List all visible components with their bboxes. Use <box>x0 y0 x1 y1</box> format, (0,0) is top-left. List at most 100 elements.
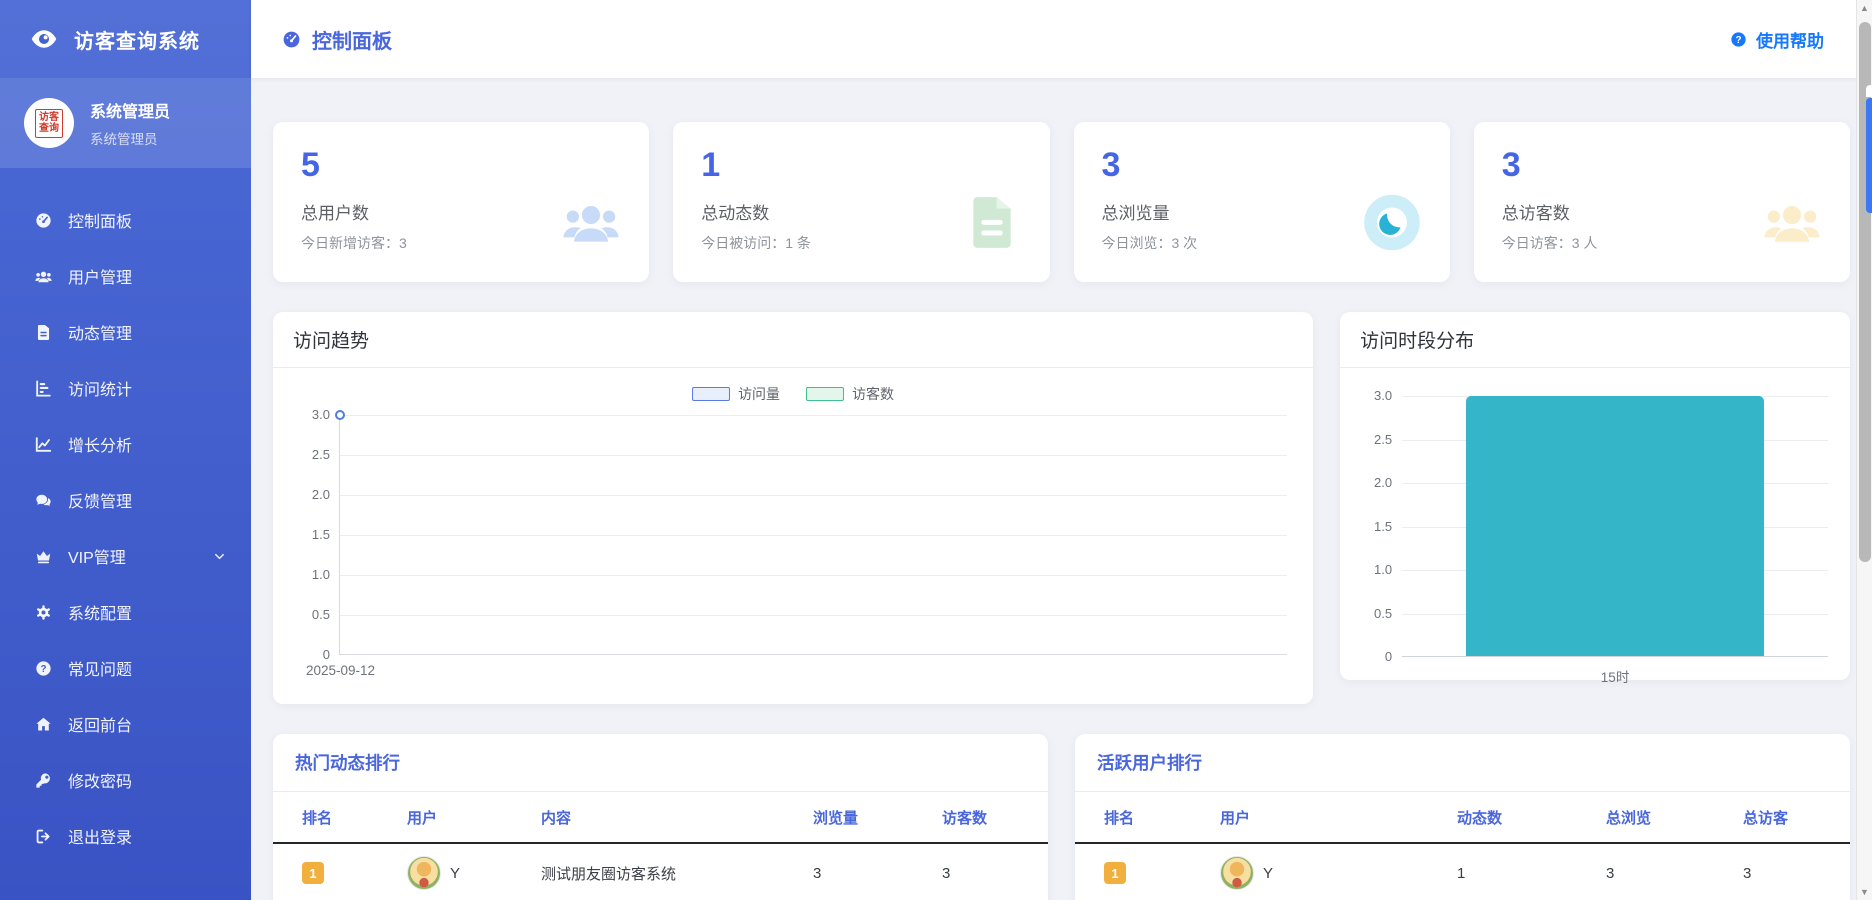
legend-swatch <box>806 387 844 401</box>
table-header-row: 排名 用户 内容 浏览量 访客数 <box>273 792 1048 844</box>
x-tick: 2025-09-12 <box>306 663 375 678</box>
y-tick: 2.0 <box>290 487 330 502</box>
sidebar-item-growth[interactable]: 增长分析 <box>0 416 251 472</box>
avatar <box>407 856 441 890</box>
sidebar-menu: 控制面板 用户管理 动态管理 访问统计 增长分析 反馈管理 <box>0 168 251 864</box>
hour-bar-15[interactable] <box>1466 396 1764 656</box>
stat-value: 3 <box>1502 146 1822 185</box>
chart-title: 访问时段分布 <box>1340 312 1850 368</box>
y-tick: 0.5 <box>1352 606 1392 621</box>
posts-count: 1 <box>1457 865 1606 882</box>
legend-swatch <box>692 387 730 401</box>
sidebar-item-config[interactable]: 系统配置 <box>0 584 251 640</box>
hot-posts-card: 热门动态排行 排名 用户 内容 浏览量 访客数 1 <box>273 734 1048 900</box>
scroll-down-arrow[interactable]: ▼ <box>1857 884 1872 900</box>
profile-text: 系统管理员 系统管理员 <box>90 98 170 148</box>
sidebar-item-logout[interactable]: 退出登录 <box>0 808 251 864</box>
y-tick: 1.5 <box>1352 519 1392 534</box>
sidebar-item-visit-stats[interactable]: 访问统计 <box>0 360 251 416</box>
y-tick: 3.0 <box>1352 388 1392 403</box>
charts-row: 访问趋势 访问量 访客数 <box>273 312 1850 704</box>
floating-widget-cap <box>1866 85 1872 97</box>
profile-role: 系统管理员 <box>90 128 170 148</box>
page-title-group: 控制面板 <box>281 25 392 54</box>
users-icon <box>34 267 53 286</box>
visit-trend-chart-card: 访问趋势 访问量 访客数 <box>273 312 1313 704</box>
stat-value: 3 <box>1102 146 1422 185</box>
users-group-icon <box>559 190 623 254</box>
y-tick: 2.5 <box>1352 432 1392 447</box>
data-point-views[interactable] <box>335 410 345 420</box>
stats-row: 5 总用户数 今日新增访客：3 1 总动态数 今日被访问：1 条 3 总浏览量 … <box>273 122 1850 282</box>
tables-row: 热门动态排行 排名 用户 内容 浏览量 访客数 1 <box>273 734 1850 900</box>
main-area: 控制面板 使用帮助 5 总用户数 今日新增访客：3 1 总动态数 今日被访问 <box>251 0 1872 900</box>
sidebar-item-password[interactable]: 修改密码 <box>0 752 251 808</box>
trend-plot-area: 3.0 2.5 2.0 1.5 1.0 0.5 0 2025-09-12 <box>339 415 1287 655</box>
sidebar-item-faq[interactable]: 常见问题 <box>0 640 251 696</box>
home-icon <box>34 715 53 734</box>
y-tick: 1.0 <box>1352 562 1392 577</box>
rank-badge: 1 <box>1104 862 1126 884</box>
help-button[interactable]: 使用帮助 <box>1729 27 1824 52</box>
y-tick: 0 <box>290 647 330 662</box>
avatar <box>1220 856 1254 890</box>
seal-logo: 访客 查询 <box>35 109 63 138</box>
user-cell: Y <box>1220 856 1457 890</box>
sidebar: 访客查询系统 访客 查询 系统管理员 系统管理员 控制面板 用户管理 <box>0 0 251 900</box>
y-tick: 1.0 <box>290 567 330 582</box>
stat-card-total-users: 5 总用户数 今日新增访客：3 <box>273 122 649 282</box>
y-tick: 1.5 <box>290 527 330 542</box>
gear-icon <box>34 603 53 622</box>
stat-card-total-views: 3 总浏览量 今日浏览：3 次 <box>1074 122 1450 282</box>
eye-logo-icon <box>30 25 58 53</box>
y-tick: 0.5 <box>290 607 330 622</box>
active-users-table: 排名 用户 动态数 总浏览 总访客 1 Y 1 <box>1075 792 1850 900</box>
eye-badge-icon <box>1360 190 1424 254</box>
sidebar-item-dashboard[interactable]: 控制面板 <box>0 192 251 248</box>
bar-chart-icon <box>34 379 53 398</box>
table-title: 活跃用户排行 <box>1075 734 1850 792</box>
x-tick: 15时 <box>1402 666 1828 686</box>
stat-card-total-posts: 1 总动态数 今日被访问：1 条 <box>673 122 1049 282</box>
sidebar-item-users[interactable]: 用户管理 <box>0 248 251 304</box>
scroll-up-arrow[interactable]: ▲ <box>1857 0 1872 16</box>
sidebar-item-posts[interactable]: 动态管理 <box>0 304 251 360</box>
y-tick: 0 <box>1352 649 1392 664</box>
chart-legend: 访问量 访客数 <box>273 384 1313 404</box>
app-brand: 访客查询系统 <box>0 0 251 78</box>
visitors-group-icon <box>1760 190 1824 254</box>
file-icon <box>34 323 53 342</box>
floating-widget[interactable] <box>1866 98 1872 213</box>
views-count: 3 <box>1606 865 1743 882</box>
rank-badge: 1 <box>302 862 324 884</box>
sidebar-item-vip[interactable]: VIP管理 <box>0 528 251 584</box>
y-tick: 2.5 <box>290 447 330 462</box>
y-tick: 3.0 <box>290 407 330 422</box>
dashboard-icon <box>34 211 53 230</box>
visitors-count: 3 <box>942 865 1048 882</box>
table-header-row: 排名 用户 动态数 总浏览 总访客 <box>1075 792 1850 844</box>
key-icon <box>34 771 53 790</box>
post-content: 测试朋友圈访客系统 <box>541 863 813 884</box>
hours-plot-area: 3.0 2.5 2.0 1.5 1.0 0.5 0 15时 <box>1402 396 1828 657</box>
crown-icon <box>34 547 53 566</box>
sidebar-item-frontend[interactable]: 返回前台 <box>0 696 251 752</box>
visitors-count: 3 <box>1743 865 1850 882</box>
table-title: 热门动态排行 <box>273 734 1048 792</box>
dashboard-icon <box>281 29 302 50</box>
question-icon <box>34 659 53 678</box>
line-chart-icon <box>34 435 53 454</box>
legend-item-visitors[interactable]: 访客数 <box>806 384 894 404</box>
hot-posts-table: 排名 用户 内容 浏览量 访客数 1 Y 测试朋友圈访 <box>273 792 1048 900</box>
legend-item-views[interactable]: 访问量 <box>692 384 780 404</box>
table-row: 1 Y 1 3 3 <box>1075 844 1850 900</box>
question-icon <box>1729 30 1748 49</box>
avatar: 访客 查询 <box>24 98 74 148</box>
document-icon <box>960 190 1024 254</box>
stat-value: 5 <box>301 146 621 185</box>
sidebar-item-feedback[interactable]: 反馈管理 <box>0 472 251 528</box>
stat-card-total-visitors: 3 总访客数 今日访客：3 人 <box>1474 122 1850 282</box>
chevron-down-icon <box>212 549 227 564</box>
user-profile: 访客 查询 系统管理员 系统管理员 <box>0 78 251 168</box>
visit-hours-chart-card: 访问时段分布 3.0 2.5 2.0 1.5 1.0 0.5 <box>1340 312 1850 680</box>
